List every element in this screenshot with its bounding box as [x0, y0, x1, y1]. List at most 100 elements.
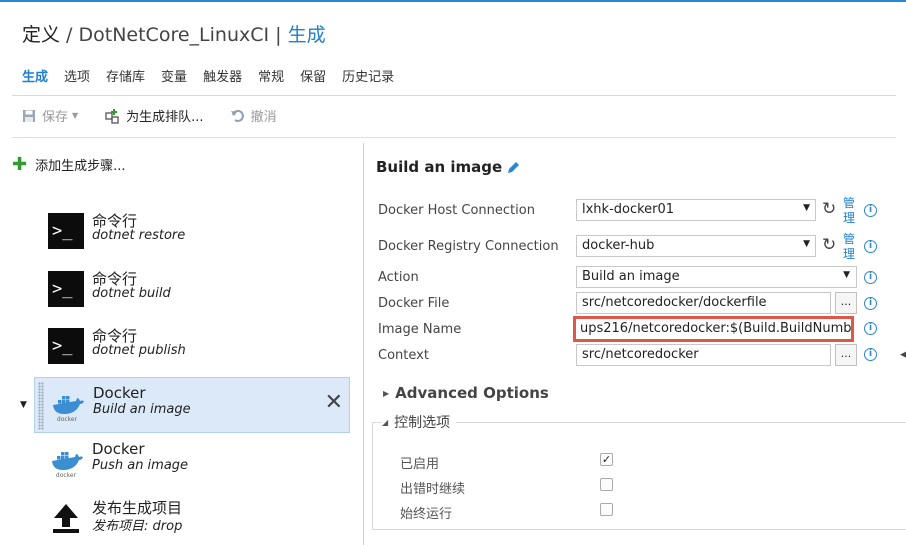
action-label: Action	[378, 270, 419, 285]
undo-button[interactable]: 撤消	[230, 106, 277, 125]
always-run-checkbox[interactable]	[600, 503, 613, 516]
build-step-item[interactable]: >_ 命令行 dotnet restore	[34, 204, 350, 260]
upload-arrow-icon	[53, 504, 79, 533]
breadcrumb-separator: |	[269, 24, 288, 46]
docker-file-label: Docker File	[378, 296, 450, 311]
save-icon	[23, 109, 35, 122]
tab-retention[interactable]: 保留	[300, 66, 326, 91]
info-icon[interactable]: i	[864, 271, 877, 284]
svg-text:docker: docker	[57, 416, 78, 423]
context-label: Context	[378, 348, 429, 363]
step-name: Docker	[93, 384, 146, 402]
step-description: Push an image	[92, 458, 189, 473]
divider	[12, 137, 896, 138]
breadcrumb-definitions[interactable]: 定义	[22, 24, 60, 46]
chevron-down-icon: ▼	[803, 239, 810, 249]
build-step-item-selected[interactable]: docker Docker Build an image ✕	[34, 377, 350, 433]
tab-options[interactable]: 选项	[64, 66, 90, 91]
tab-build[interactable]: 生成	[22, 66, 48, 91]
host-connection-select[interactable]: lxhk-docker01 ▼	[576, 199, 816, 221]
breadcrumb: 定义 / DotNetCore_LinuxCI | 生成	[22, 20, 326, 47]
plus-icon: ✚	[12, 153, 28, 175]
build-step-item[interactable]: 发布生成项目 发布项目: drop	[34, 491, 350, 545]
enabled-checkbox[interactable]: ✓	[600, 453, 613, 466]
info-icon[interactable]: i	[864, 204, 877, 217]
breadcrumb-definition-name[interactable]: DotNetCore_LinuxCI	[79, 24, 270, 46]
tab-history[interactable]: 历史记录	[342, 66, 394, 91]
registry-connection-value: docker-hub	[582, 238, 655, 253]
step-description: dotnet publish	[92, 343, 186, 358]
toolbar: 保存 ▼ 为生成排队... 撤消	[22, 106, 303, 125]
task-title: Build an image	[376, 158, 521, 176]
tab-triggers[interactable]: 触发器	[203, 66, 242, 91]
undo-label: 撤消	[250, 110, 277, 125]
remove-step-icon[interactable]: ✕	[325, 390, 343, 415]
build-step-item[interactable]: >_ 命令行 dotnet publish	[34, 319, 350, 375]
image-name-input[interactable]: ups216/netcoredocker:$(Build.BuildNumber…	[573, 316, 854, 342]
terminal-icon: >_	[48, 213, 84, 249]
terminal-icon: >_	[48, 271, 84, 307]
control-options-toggle[interactable]: ◢ 控制选项	[382, 412, 457, 432]
save-button[interactable]: 保存 ▼	[22, 106, 78, 125]
breadcrumb-separator: /	[60, 24, 79, 46]
queue-build-label: 为生成排队...	[126, 110, 204, 125]
svg-text:docker: docker	[56, 472, 77, 479]
action-value: Build an image	[582, 269, 680, 284]
save-label: 保存	[42, 110, 69, 125]
collapse-caret-icon[interactable]: ▼	[20, 400, 27, 410]
enabled-label: 已启用	[400, 457, 440, 472]
chevron-down-icon: ◢	[382, 417, 389, 427]
action-select[interactable]: Build an image ▼	[576, 266, 857, 288]
advanced-options-toggle[interactable]: ▶ Advanced Options	[383, 384, 549, 402]
info-icon[interactable]: i	[864, 297, 877, 310]
divider	[12, 95, 896, 96]
browse-button[interactable]: ...	[835, 292, 857, 314]
control-options-title: 控制选项	[394, 415, 451, 431]
add-build-step-button[interactable]: ✚ 添加生成步骤...	[12, 155, 126, 174]
refresh-icon[interactable]: ↻	[822, 199, 836, 219]
info-icon[interactable]: i	[864, 322, 877, 335]
panel-splitter[interactable]	[363, 143, 364, 545]
always-run-label: 始终运行	[400, 507, 453, 522]
tab-repository[interactable]: 存储库	[106, 66, 145, 91]
context-input[interactable]: src/netcoredocker	[576, 344, 831, 366]
info-icon[interactable]: i	[864, 348, 877, 361]
continue-on-error-label: 出错时继续	[400, 482, 466, 497]
registry-connection-select[interactable]: docker-hub ▼	[576, 235, 816, 257]
control-options-group	[372, 422, 906, 530]
chevron-down-icon: ▼	[72, 111, 79, 120]
refresh-icon[interactable]: ↻	[822, 235, 836, 255]
image-name-label: Image Name	[378, 322, 462, 337]
chevron-down-icon: ▼	[843, 270, 850, 280]
build-step-item[interactable]: >_ 命令行 dotnet build	[34, 262, 350, 318]
docker-file-input[interactable]: src/netcoredocker/dockerfile	[576, 292, 831, 314]
tab-bar: 生成 选项 存储库 变量 触发器 常规 保留 历史记录	[22, 66, 410, 91]
tab-general[interactable]: 常规	[258, 66, 284, 91]
queue-build-button[interactable]: 为生成排队...	[104, 106, 204, 125]
manage-link[interactable]: 管理	[843, 196, 857, 226]
terminal-icon: >_	[48, 328, 84, 364]
docker-icon: docker	[52, 452, 83, 479]
host-connection-label: Docker Host Connection	[378, 203, 535, 218]
tab-variables[interactable]: 变量	[161, 66, 187, 91]
edit-pencil-icon[interactable]	[506, 160, 521, 175]
task-title-text: Build an image	[376, 158, 503, 176]
browse-button[interactable]: ...	[835, 344, 857, 366]
step-description: Build an image	[93, 402, 191, 417]
advanced-options-label: Advanced Options	[395, 384, 549, 402]
expand-caret-icon[interactable]: ◀	[900, 350, 906, 360]
registry-connection-label: Docker Registry Connection	[378, 239, 559, 254]
top-accent-bar	[0, 0, 906, 2]
build-step-item[interactable]: docker Docker Push an image	[34, 434, 350, 490]
chevron-down-icon: ▼	[803, 203, 810, 213]
step-name: Docker	[92, 440, 145, 458]
host-connection-value: lxhk-docker01	[582, 202, 675, 217]
drag-handle[interactable]	[38, 382, 44, 430]
step-description: dotnet build	[92, 286, 171, 301]
breadcrumb-current: 生成	[287, 24, 326, 46]
manage-link[interactable]: 管理	[843, 232, 857, 262]
info-icon[interactable]: i	[864, 240, 877, 253]
step-description: dotnet restore	[92, 228, 186, 243]
continue-on-error-checkbox[interactable]	[600, 478, 613, 491]
step-description: 发布项目: drop	[92, 519, 183, 534]
